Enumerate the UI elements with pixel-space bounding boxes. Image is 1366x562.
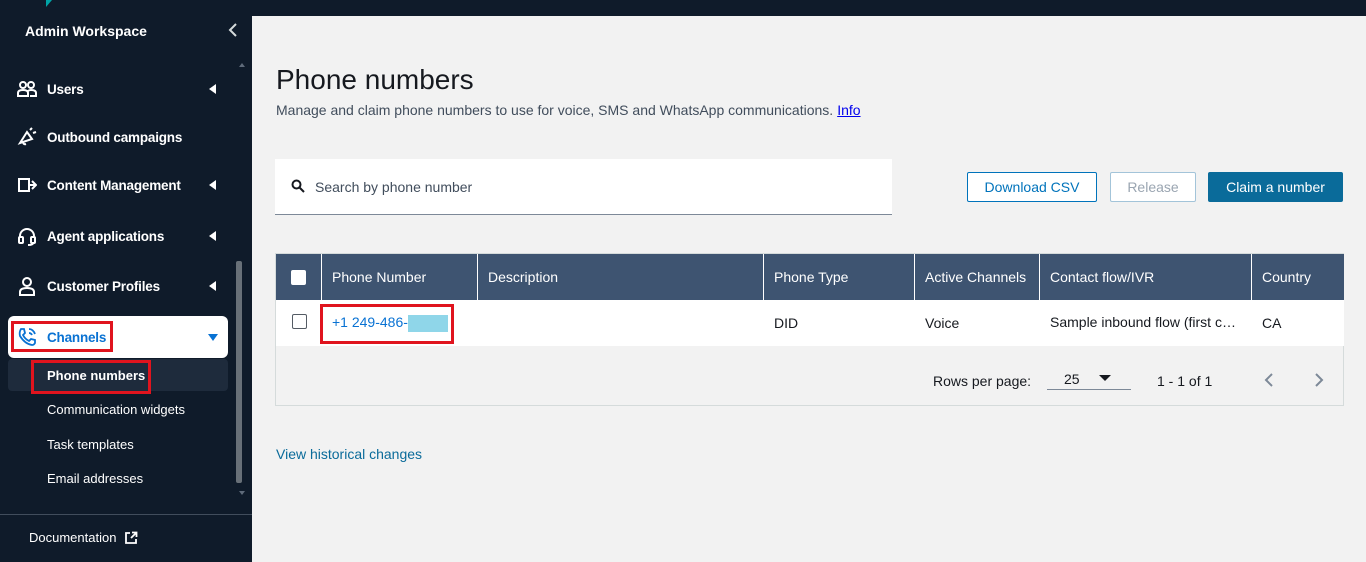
highlight-box-channels [11, 321, 113, 352]
sidebar-item-outbound-campaigns[interactable]: Outbound campaigns [8, 119, 228, 155]
sidebar-item-label: Users [47, 81, 84, 97]
previous-page-icon[interactable] [1262, 371, 1276, 389]
sidebar-subitem-email-addresses[interactable]: Email addresses [8, 462, 228, 494]
view-historical-changes-link[interactable]: View historical changes [276, 446, 422, 462]
pagination: Rows per page: 25 1 - 1 of 1 [276, 346, 1344, 406]
row-select-cell [276, 300, 322, 346]
sidebar-divider [0, 514, 252, 515]
expand-caret-icon [209, 281, 216, 291]
external-link-icon [125, 531, 138, 544]
sidebar-item-content-management[interactable]: Content Management [8, 167, 228, 203]
headset-icon [18, 228, 36, 246]
phone-type-cell: DID [774, 315, 799, 331]
collapse-caret-icon [208, 333, 218, 341]
sidebar-subitem-label: Task templates [47, 436, 134, 452]
sidebar: Admin Workspace Users Outbound campaigns [0, 16, 252, 562]
main-content: Phone numbers Manage and claim phone num… [252, 16, 1366, 562]
sidebar-subitem-task-templates[interactable]: Task templates [8, 428, 228, 460]
active-channels-cell: Voice [925, 315, 960, 331]
column-header-country[interactable]: Country [1252, 254, 1344, 300]
highlight-box-phone-numbers [31, 360, 151, 394]
contact-flow-cell: Sample inbound flow (first contact exper… [1050, 314, 1240, 330]
page-description: Manage and claim phone numbers to use fo… [276, 102, 861, 118]
logo-mark [46, 0, 52, 7]
header-select-cell [276, 254, 322, 300]
info-link[interactable]: Info [837, 102, 860, 118]
sidebar-subitem-label: Communication widgets [47, 401, 186, 417]
sidebar-item-users[interactable]: Users [8, 71, 228, 107]
documentation-label: Documentation [29, 530, 117, 545]
documentation-link[interactable]: Documentation [29, 530, 138, 545]
column-header-active-channels[interactable]: Active Channels [915, 254, 1040, 300]
claim-number-button[interactable]: Claim a number [1208, 172, 1343, 202]
sidebar-subitem-label: Email addresses [47, 470, 144, 486]
description-cell [478, 300, 764, 346]
scrollbar-thumb[interactable] [236, 261, 242, 483]
sidebar-item-label: Outbound campaigns [47, 129, 183, 145]
search-box [275, 159, 892, 215]
column-header-contact-flow[interactable]: Contact flow/IVR [1040, 254, 1252, 300]
expand-caret-icon [209, 180, 216, 190]
sidebar-item-label: Agent applications [47, 228, 165, 244]
page-description-text: Manage and claim phone numbers to use fo… [276, 102, 834, 118]
highlight-box-phone-number [320, 304, 454, 344]
rows-per-page-select[interactable]: 25 [1047, 364, 1131, 390]
sidebar-item-label: Content Management [47, 177, 181, 193]
sidebar-subitem-communication-widgets[interactable]: Communication widgets [8, 393, 228, 425]
table-header: Phone Number Description Phone Type Acti… [276, 254, 1344, 300]
search-icon [291, 179, 305, 193]
download-csv-button[interactable]: Download CSV [967, 172, 1097, 202]
release-button[interactable]: Release [1110, 172, 1196, 202]
user-profile-icon [19, 277, 35, 296]
sidebar-item-agent-applications[interactable]: Agent applications [8, 218, 228, 254]
scroll-up-arrow[interactable] [239, 63, 245, 67]
row-checkbox[interactable] [291, 313, 307, 329]
country-cell: CA [1262, 315, 1282, 331]
users-icon [17, 81, 37, 97]
pagination-range: 1 - 1 of 1 [1157, 373, 1213, 389]
sidebar-item-label: Customer Profiles [47, 278, 160, 294]
rows-per-page-value: 25 [1064, 371, 1080, 387]
scroll-down-arrow[interactable] [239, 491, 245, 495]
workspace-title: Admin Workspace [25, 23, 147, 39]
phone-numbers-table: Phone Number Description Phone Type Acti… [275, 253, 1344, 406]
content-management-icon [18, 178, 37, 192]
column-header-phone-type[interactable]: Phone Type [764, 254, 915, 300]
page-title: Phone numbers [276, 64, 474, 95]
search-input[interactable] [315, 175, 875, 199]
expand-caret-icon [209, 84, 216, 94]
next-page-icon[interactable] [1312, 371, 1326, 389]
collapse-sidebar-icon[interactable] [226, 21, 240, 39]
dropdown-arrow-icon [1099, 375, 1111, 381]
select-all-checkbox[interactable] [291, 269, 306, 285]
top-bar [0, 0, 1366, 16]
sidebar-item-customer-profiles[interactable]: Customer Profiles [8, 268, 228, 304]
column-header-phone-number[interactable]: Phone Number [322, 254, 478, 300]
rows-per-page-label: Rows per page: [933, 373, 1032, 389]
expand-caret-icon [209, 231, 216, 241]
megaphone-icon [17, 127, 37, 146]
column-header-description[interactable]: Description [478, 254, 764, 300]
